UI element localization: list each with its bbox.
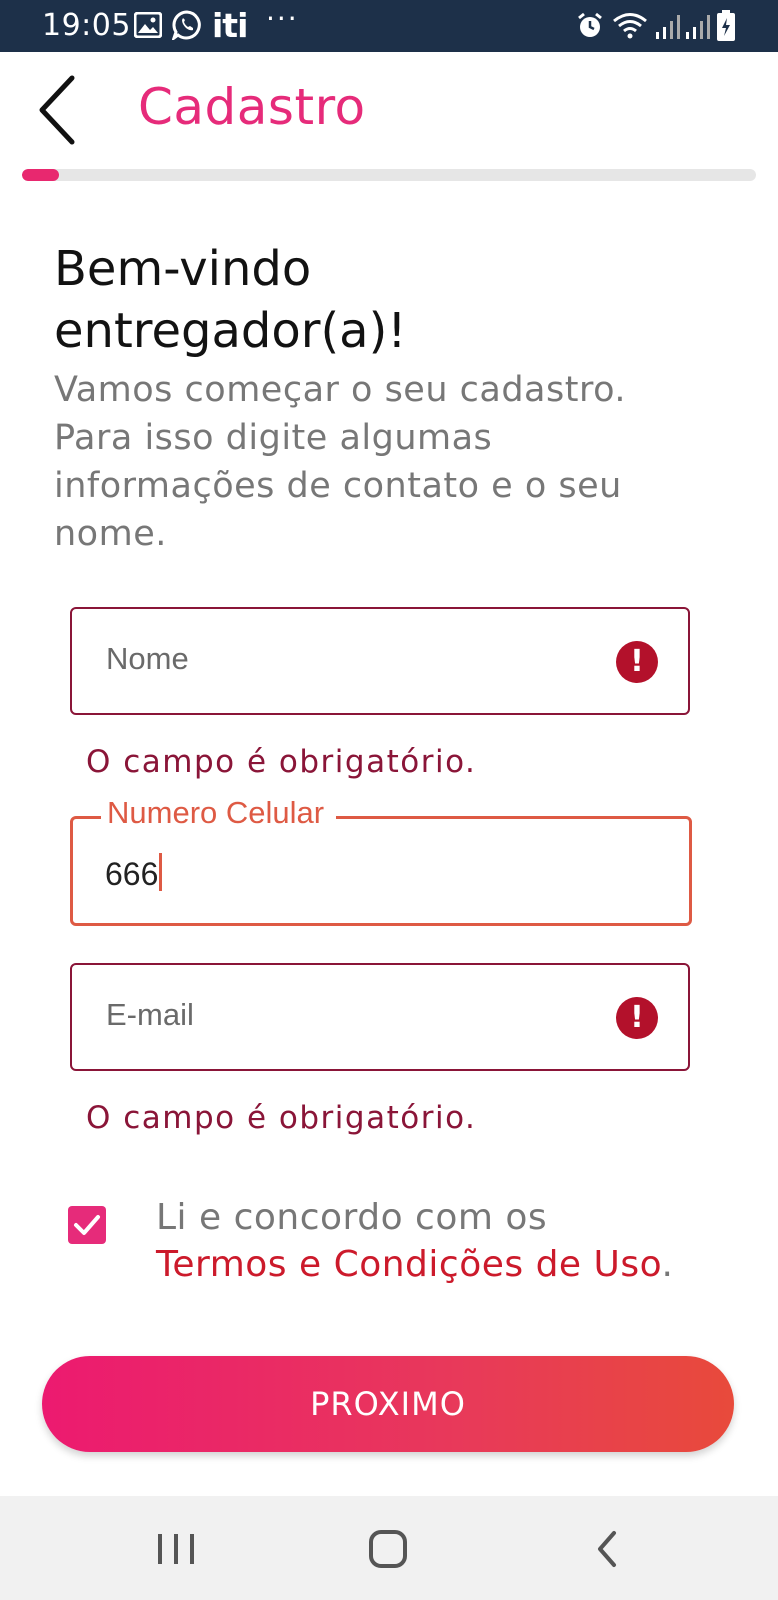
phone-value-wrap: 666: [105, 853, 163, 893]
email-field[interactable]: E-mail !: [70, 963, 690, 1071]
welcome-heading: Bem-vindo entregador(a)!: [54, 238, 714, 362]
progress-bar: [22, 169, 756, 181]
email-placeholder: E-mail: [106, 997, 194, 1032]
status-time: 19:05: [42, 8, 131, 43]
phone-value: 666: [105, 856, 159, 892]
checkmark-icon: [74, 1215, 100, 1235]
signal-icon: [686, 15, 710, 39]
navigation-bar: [0, 1496, 778, 1600]
name-field[interactable]: Nome !: [70, 607, 690, 715]
status-right-icons: [576, 10, 736, 42]
home-icon: [369, 1530, 407, 1568]
progress-fill: [22, 169, 59, 181]
iti-app-icon: iti: [212, 6, 248, 45]
next-button[interactable]: PROXIMO: [42, 1356, 734, 1452]
phone-field[interactable]: Numero Celular 666: [70, 795, 692, 926]
back-icon: [598, 1531, 616, 1567]
status-bar: 19:05 iti ···: [0, 0, 778, 52]
alert-circle-icon: !: [616, 641, 658, 683]
wifi-icon: [613, 13, 647, 39]
gallery-icon: [134, 12, 162, 38]
terms-line: Termos e Condições de Uso.: [156, 1244, 673, 1285]
terms-suffix: .: [661, 1244, 674, 1285]
intro-line: informações de contato e o seu: [54, 466, 622, 506]
intro-line: Vamos começar o seu cadastro.: [54, 370, 627, 410]
system-back-button[interactable]: [580, 1526, 640, 1572]
recent-apps-icon: [158, 1534, 194, 1564]
intro-line: Para isso digite algumas: [54, 418, 493, 458]
page-title: Cadastro: [138, 78, 366, 136]
alarm-icon: [578, 12, 602, 37]
signal-icon: [656, 15, 680, 39]
intro-line: nome.: [54, 514, 167, 554]
recent-apps-button[interactable]: [146, 1526, 206, 1572]
chevron-left-icon: [39, 75, 75, 145]
back-button[interactable]: [36, 72, 86, 148]
terms-link[interactable]: Termos e Condições de Uso: [156, 1244, 662, 1285]
intro-text: Vamos começar o seu cadastro. Para isso …: [54, 366, 734, 558]
more-notifications-icon: ···: [266, 2, 299, 35]
email-error-message: O campo é obrigatório.: [86, 1100, 477, 1136]
alert-circle-icon: !: [616, 997, 658, 1039]
name-placeholder: Nome: [106, 641, 189, 676]
text-caret: [159, 853, 163, 891]
battery-charging-icon: [717, 10, 735, 41]
terms-checkbox[interactable]: [68, 1206, 106, 1244]
phone-field-label: Numero Celular: [101, 795, 337, 831]
home-button[interactable]: [358, 1526, 418, 1572]
whatsapp-icon: [172, 10, 201, 40]
welcome-heading-line: Bem-vindo: [54, 241, 312, 297]
terms-text: Li e concordo com os: [156, 1197, 548, 1238]
welcome-heading-line: entregador(a)!: [54, 303, 407, 359]
name-error-message: O campo é obrigatório.: [86, 744, 477, 780]
